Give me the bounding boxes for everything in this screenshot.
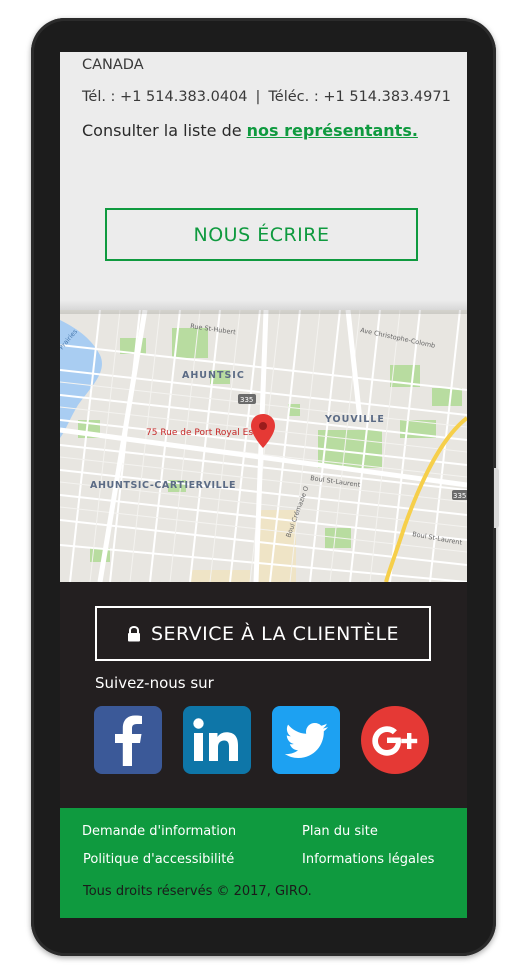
link-plan-du-site[interactable]: Plan du site [302, 824, 378, 839]
linkedin-icon [193, 718, 238, 761]
follow-us-label: Suivez-nous sur [95, 674, 214, 692]
map-marker-label: 75 Rue de Port Royal Est [146, 428, 257, 438]
map-label-ahuntsic-cartierville: AHUNTSIC-CARTIERVILLE [90, 480, 236, 491]
google-plus-button[interactable] [361, 706, 429, 774]
reps-prefix: Consulter la liste de [82, 121, 247, 140]
dark-footer: SERVICE À LA CLIENTÈLE Suivez-nous sur [60, 582, 467, 808]
green-footer: Demande d'information Plan du site Polit… [60, 808, 467, 918]
phone-screen: CANADA Tél. : +1 514.383.0404 | Téléc. : +… [60, 52, 467, 918]
phone-side-button [494, 468, 499, 528]
map-canvas: AHUNTSIC YOUVILLE AHUNTSIC-CARTIERVILLE … [60, 310, 467, 582]
customer-service-label: SERVICE À LA CLIENTÈLE [150, 622, 400, 645]
representatives-link[interactable]: nos représentants. [247, 121, 418, 140]
link-politique-accessibilite[interactable]: Politique d'accessibilité [83, 852, 234, 867]
linkedin-button[interactable] [183, 706, 251, 774]
map-label-ahuntsic: AHUNTSIC [182, 370, 245, 381]
link-informations-legales[interactable]: Informations légales [302, 852, 434, 867]
phone-number[interactable]: Tél. : +1 514.383.0404 [82, 89, 248, 105]
copyright-text: Tous droits réservés © 2017, GIRO. [83, 884, 312, 899]
country-text: CANADA [82, 57, 144, 73]
lock-icon [127, 625, 140, 641]
facebook-icon [115, 715, 142, 766]
twitter-icon [284, 723, 328, 758]
map-label-335-a: 335 [240, 396, 253, 404]
twitter-button[interactable] [272, 706, 340, 774]
google-plus-icon [372, 726, 418, 756]
customer-service-button[interactable]: SERVICE À LA CLIENTÈLE [95, 606, 431, 661]
fax-number: Téléc. : +1 514.383.4971 [268, 89, 451, 105]
map-label-335-b: 335 [453, 492, 466, 500]
link-demande-information[interactable]: Demande d'information [82, 824, 236, 839]
facebook-button[interactable] [94, 706, 162, 774]
write-us-button[interactable]: NOUS ÉCRIRE [105, 208, 418, 261]
map-label-youville: YOUVILLE [324, 414, 385, 425]
separator: | [255, 89, 261, 105]
map-top-shadow [60, 300, 467, 314]
phone-line: Tél. : +1 514.383.0404 | Téléc. : +1 514.3… [82, 89, 451, 105]
representatives-line: Consulter la liste de nos représentants. [82, 121, 418, 140]
location-map[interactable]: AHUNTSIC YOUVILLE AHUNTSIC-CARTIERVILLE … [60, 310, 467, 582]
contact-section: CANADA Tél. : +1 514.383.0404 | Téléc. : +… [60, 52, 467, 310]
